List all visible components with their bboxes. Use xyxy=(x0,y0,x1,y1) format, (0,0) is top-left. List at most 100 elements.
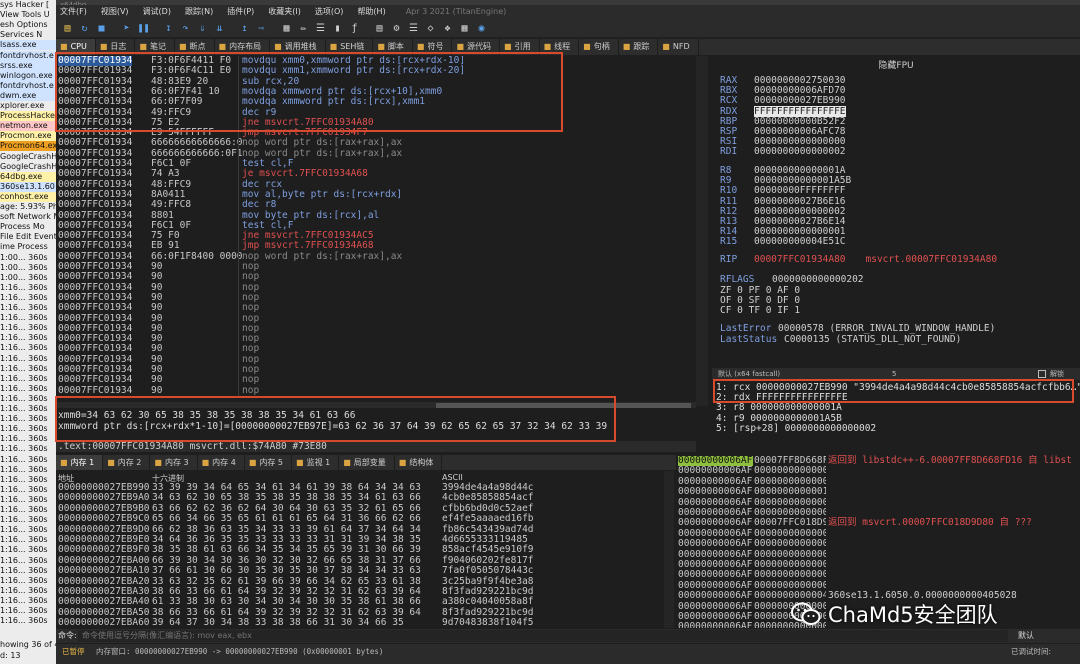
labels-icon[interactable]: ☰ xyxy=(313,21,328,36)
lightbulb-icon[interactable]: ◉ xyxy=(474,21,489,36)
run-icon[interactable]: ➤ xyxy=(119,21,134,36)
stack-address: 00000000006AF xyxy=(678,466,753,477)
menu-item[interactable]: 收藏夹(I) xyxy=(268,5,301,19)
unlock-checkbox[interactable] xyxy=(1038,370,1046,378)
tab-trace[interactable]: ■ 跟踪 xyxy=(619,39,659,55)
tab-references[interactable]: ■ 引用 xyxy=(500,39,540,55)
tab-script[interactable]: ■ 脚本 xyxy=(373,39,413,55)
close-icon[interactable]: ■ xyxy=(94,21,109,36)
stack-address: 00000000006AF xyxy=(678,528,753,539)
stack-row[interactable]: 00000000006AF00000000000000 xyxy=(676,570,1080,580)
dump-row[interactable]: 00000000027EBA60 39 64 37 30 34 38 33 38 … xyxy=(56,617,676,628)
bug-icon[interactable]: ❖ xyxy=(440,21,455,36)
tab-breakpoint[interactable]: ■ 断点 xyxy=(175,39,215,55)
register-value: 00000578 (ERROR_INVALID_WINDOW_HANDLE) xyxy=(778,323,996,334)
arg-count-spinner[interactable]: 5 xyxy=(892,368,896,380)
menu-item[interactable]: 选项(O) xyxy=(315,5,344,19)
register-rflags[interactable]: RFLAGS 0000000000000202 xyxy=(720,275,864,285)
stack-row[interactable]: 00000000006AF00000000000000 xyxy=(676,539,1080,549)
tab-threads[interactable]: ■ 线程 xyxy=(540,39,580,55)
call-convention-select[interactable]: 默认 (x64 fastcall) xyxy=(718,370,780,378)
stack-row[interactable]: 00000000006AF00000000000000 xyxy=(676,560,1080,570)
tab-seh[interactable]: ■ SEH链 xyxy=(326,39,374,55)
argument-row[interactable]: 5: [rsp+28] 0000000000000002 xyxy=(716,423,876,434)
tab-symbol[interactable]: ■ 符号 xyxy=(413,39,453,55)
menu-item[interactable]: 文件(F) xyxy=(60,5,87,19)
menu-item[interactable]: 插件(P) xyxy=(227,5,254,19)
patches-icon[interactable]: ▦ xyxy=(279,21,294,36)
open-folder-icon[interactable]: ▤ xyxy=(60,21,75,36)
tab-icon: ■ xyxy=(107,458,115,467)
hide-fpu-toggle[interactable]: 隐藏FPU xyxy=(712,58,1080,71)
register-rip[interactable]: RIP 00007FFC01934A80 msvcrt.00007FFC01934A… xyxy=(720,255,997,265)
dump-tab[interactable]: ■ 结构体 xyxy=(395,455,443,470)
trace-over-icon[interactable]: ⇊ xyxy=(212,21,227,36)
dump-tab[interactable]: ■ 内存 5 xyxy=(245,455,293,470)
dump-tab[interactable]: ■ 监视 1 xyxy=(292,455,340,470)
tab-nfd[interactable]: ■ NFD xyxy=(658,39,699,55)
run-to-user-code-icon[interactable]: ⇨ xyxy=(254,21,269,36)
tab-icon: ■ xyxy=(60,458,68,467)
stack-row[interactable]: 00000000006AF00000000000000 xyxy=(676,498,1080,508)
tab-label: CPU xyxy=(70,42,87,51)
stack-row[interactable]: 00000000006AF0000000000001A xyxy=(676,487,1080,497)
menu-item[interactable]: 帮助(H) xyxy=(357,5,385,19)
process-list-row: 1:16... 360s xyxy=(0,555,48,565)
step-into-icon[interactable]: ↧ xyxy=(161,21,176,36)
register-row[interactable]: RCX 00000000027EB990 xyxy=(720,96,846,106)
stack-row[interactable]: 00000000006AF00000000000000 xyxy=(676,550,1080,560)
status-bar: 已暂停 内存窗口: 00000000027EB990 -> 0000000002… xyxy=(56,644,1080,664)
stack-row[interactable]: 00000000006AF00000000000000 xyxy=(676,477,1080,487)
memory-dump-view[interactable]: 地址 十六进制 ASCII 00000000027EB990 33 39 39 3… xyxy=(56,471,676,628)
disassembly-view[interactable]: 00007FFC01934 F3:0F6F4411 F0 movdqu xmm0,x… xyxy=(56,56,696,396)
step-over-icon[interactable]: ↷ xyxy=(178,21,193,36)
cpu-icon: ■ xyxy=(60,42,68,51)
flags-row[interactable]: CF 0 TF 0 IF 1 xyxy=(720,306,800,316)
settings-icon[interactable]: ⚙ xyxy=(389,21,404,36)
menu-item[interactable]: 调试(D) xyxy=(143,5,171,19)
bookmarks-icon[interactable]: ▮ xyxy=(330,21,345,36)
disasm-row[interactable]: 00007FFC01934 66:0F7F09 movdqa xmmword ptr… xyxy=(56,96,696,107)
functions-icon[interactable]: ƒ xyxy=(347,21,362,36)
process-list-row: 1:16... 360s xyxy=(0,454,48,464)
dump-vertical-scrollbar[interactable] xyxy=(664,471,674,628)
dump-tab[interactable]: ■ 内存 1 xyxy=(56,455,104,470)
comments-icon[interactable]: ✏ xyxy=(296,21,311,36)
dump-tab[interactable]: ■ 内存 4 xyxy=(198,455,245,470)
trace-into-icon[interactable]: ⇓ xyxy=(195,21,210,36)
process-list-row: 1:16... 360s xyxy=(0,434,48,444)
register-row[interactable]: R15 000000000004E51C xyxy=(720,237,846,247)
menu-item[interactable]: 视图(V) xyxy=(101,5,129,19)
calculator-icon[interactable]: ▦ xyxy=(457,21,472,36)
unlock-label: 解锁 xyxy=(1050,370,1064,378)
help-icon[interactable]: ◇ xyxy=(423,21,438,36)
tab-notes[interactable]: ■ 笔记 xyxy=(135,39,175,55)
execute-till-return-icon[interactable]: ↥ xyxy=(237,21,252,36)
process-list-row: 1:16... 360s xyxy=(0,484,48,494)
disassembly-vertical-scrollbar[interactable] xyxy=(696,56,708,406)
disasm-row[interactable]: 00007FFC01934 90 nop xyxy=(56,302,696,313)
pause-icon[interactable]: ❚❚ xyxy=(136,21,151,36)
stack-row[interactable]: 00000000006AF00000000000000 xyxy=(676,466,1080,476)
tab-call-stack[interactable]: ■ 调用堆栈 xyxy=(270,39,326,55)
restart-icon[interactable]: ↻ xyxy=(77,21,92,36)
process-list-row: 1:16... 360s xyxy=(0,292,48,302)
toolbar: ▤ ↻ ■ ➤ ❚❚ ↧ ↷ ⇓ ⇊ ↥ ⇨ ▦ ✏ ☰ ▮ ƒ ▤ ⚙ ☰ ◇… xyxy=(56,19,1080,38)
log-icon[interactable]: ☰ xyxy=(406,21,421,36)
argument-row[interactable]: 3: r8 000000000000001A xyxy=(716,403,842,413)
menu-item[interactable]: 跟踪(N) xyxy=(185,5,213,19)
tab-handles[interactable]: ■ 句柄 xyxy=(579,39,619,55)
tab-cpu[interactable]: ■ CPU xyxy=(56,39,96,55)
stack-row[interactable]: 00000000006AF 00007FFC018D9 返回到 msvcrt.000… xyxy=(676,517,1080,528)
dump-tab[interactable]: ■ 内存 3 xyxy=(150,455,198,470)
tab-memory-map[interactable]: ■ 内存布局 xyxy=(215,39,271,55)
script-icon[interactable]: ▤ xyxy=(372,21,387,36)
tab-log[interactable]: ■ 日志 xyxy=(96,39,136,55)
disasm-row[interactable]: 00007FFC01934 49:FFC8 dec r8 xyxy=(56,199,696,210)
stack-row[interactable]: 00000000006AF00000000000000 xyxy=(676,529,1080,539)
dump-tab[interactable]: ■ 内存 2 xyxy=(103,455,151,470)
tab-source[interactable]: ■ 源代码 xyxy=(452,39,501,55)
stack-row[interactable]: 00000000006AF 00007FF8D668F 返回到 libstdc++-… xyxy=(676,455,1080,467)
register-row[interactable]: RDI 0000000000000002 xyxy=(720,147,846,157)
dump-tab[interactable]: ■ 局部变量 xyxy=(339,455,395,470)
